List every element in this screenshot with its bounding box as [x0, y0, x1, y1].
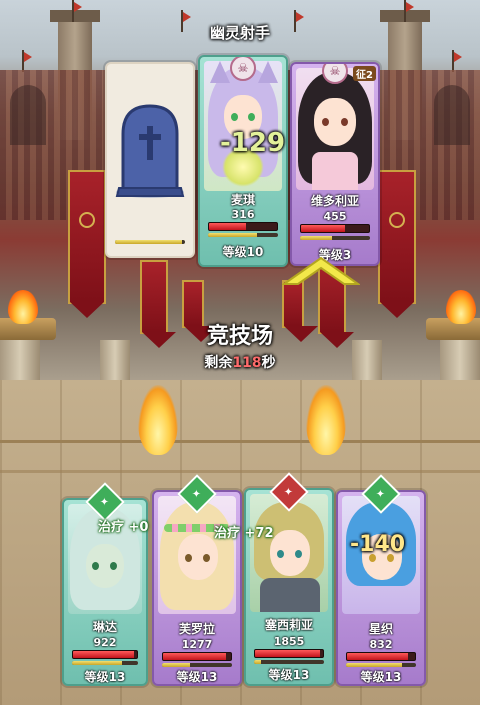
tombstone-icon — [115, 104, 185, 198]
energy-bar — [208, 233, 278, 237]
hp-value: 455 — [323, 210, 347, 223]
target-chevron-icon — [282, 256, 360, 285]
energy-bar — [162, 663, 232, 667]
hero-level: 等级13 — [360, 670, 402, 684]
energy-bar — [300, 236, 370, 240]
timer-prefix: 剩余 — [204, 355, 233, 371]
hp-fill — [301, 225, 346, 232]
timer-value: 118 — [232, 355, 262, 371]
hp-fill — [163, 653, 226, 660]
enemy-card-dead[interactable] — [105, 62, 195, 258]
energy-fill — [208, 233, 257, 237]
arena-title: 竞技场 — [206, 324, 273, 349]
enemy-card-victoria[interactable]: ☠ 征2 维多利亚 455 等级3 — [290, 62, 380, 266]
team-flame-right — [306, 385, 346, 455]
heal-popup: 治疗 +0 — [98, 520, 149, 535]
hero-level: 等级13 — [268, 668, 310, 682]
hp-fill — [347, 653, 409, 660]
ally-card-xingzhi[interactable]: 星织 832 等级13 — [336, 490, 426, 686]
hp-bar — [346, 652, 416, 661]
hp-fill — [209, 223, 247, 230]
enemy-team-label: 幽灵射手 — [209, 24, 270, 42]
hero-name: 塞西莉亚 — [264, 618, 313, 632]
energy-fill — [162, 663, 190, 667]
red-banner — [68, 170, 106, 318]
hero-name: 芙罗拉 — [178, 622, 215, 636]
energy-bar — [346, 663, 416, 667]
hp-bar — [254, 649, 324, 658]
hp-fill — [73, 651, 134, 658]
hp-value: 1855 — [273, 635, 305, 648]
enemy-card-maggie[interactable]: ☠ 麦琪 316 等级10 — [198, 55, 288, 267]
hp-bar — [208, 222, 278, 231]
energy-fill — [72, 661, 122, 665]
energy-bar — [72, 661, 138, 665]
hero-level: 等级10 — [222, 245, 264, 259]
heal-popup: 治疗 +72 — [214, 526, 274, 541]
timer-suffix: 秒 — [261, 355, 276, 371]
hero-name: 麦琪 — [230, 193, 255, 207]
ally-card-cecilia[interactable]: 塞西莉亚 1855 等级13 — [244, 488, 334, 686]
energy-fill — [346, 663, 402, 667]
energy-fill — [254, 660, 261, 664]
damage-popup: -129 — [220, 128, 286, 158]
damage-popup: -140 — [350, 532, 406, 557]
hero-portrait — [296, 68, 374, 190]
team-flame-left — [138, 385, 178, 455]
hp-value: 1277 — [181, 638, 213, 651]
energy-bar — [115, 240, 185, 244]
hero-level: 等级13 — [84, 670, 126, 684]
hp-bar — [72, 650, 138, 659]
energy-fill — [115, 240, 182, 244]
hero-name: 维多利亚 — [310, 194, 359, 208]
energy-fill — [300, 236, 332, 240]
hp-bar — [162, 652, 232, 661]
hero-level: 等级13 — [176, 670, 218, 684]
hp-bar — [300, 224, 370, 233]
ally-card-flora[interactable]: 芙罗拉 1277 等级13 — [152, 490, 242, 686]
red-banner — [378, 170, 416, 318]
hp-fill — [255, 650, 320, 657]
skull-icon: ☠ — [230, 57, 256, 81]
hero-name: 星织 — [368, 622, 393, 636]
hp-value: 922 — [93, 636, 117, 649]
hp-value: 316 — [231, 208, 255, 221]
hero-name: 琳达 — [92, 620, 117, 634]
battle-timer: 剩余118秒 — [0, 352, 480, 372]
hp-value: 832 — [369, 638, 393, 651]
energy-bar — [254, 660, 324, 664]
tag-badge: 征2 — [353, 66, 376, 81]
